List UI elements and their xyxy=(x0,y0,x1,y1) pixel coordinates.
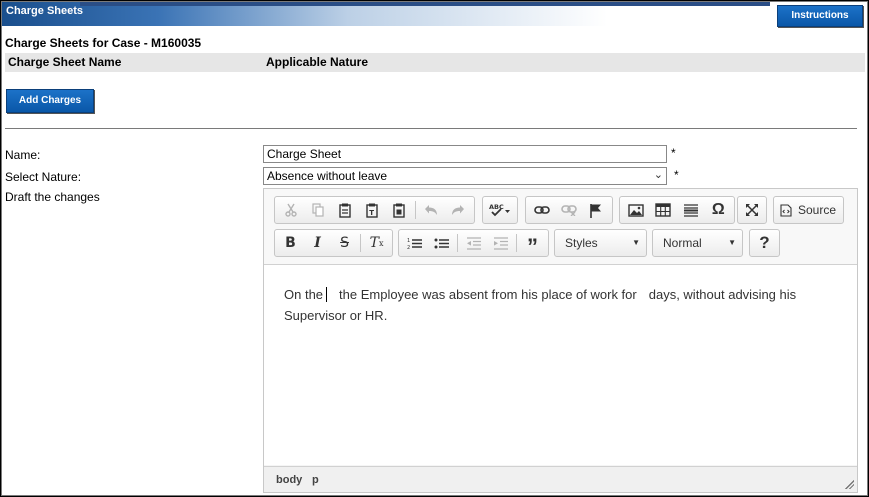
italic-icon[interactable]: I xyxy=(304,231,331,255)
special-char-icon[interactable]: Ω xyxy=(705,198,733,222)
required-marker: * xyxy=(671,146,676,160)
styles-label: Styles xyxy=(565,236,598,250)
editor-text-part-1: On the xyxy=(284,287,324,302)
format-dropdown[interactable]: Normal ▼ xyxy=(652,229,743,257)
blockquote-icon[interactable]: ” xyxy=(519,231,546,259)
case-title: Charge Sheets for Case - M160035 xyxy=(5,36,202,50)
image-icon[interactable] xyxy=(622,198,650,222)
paste-text-icon[interactable]: T xyxy=(358,198,385,222)
svg-text:T: T xyxy=(369,209,374,217)
help-icon[interactable]: ? xyxy=(752,231,777,255)
link-icon[interactable] xyxy=(528,198,555,222)
column-header-name: Charge Sheet Name xyxy=(8,55,122,69)
toolbar-separator xyxy=(414,201,416,219)
basic-styles-group: B I S Tx xyxy=(274,229,393,257)
rich-text-editor: T ABC Ω Source B I S T x 1 2 ” Styles ▼ … xyxy=(263,188,858,493)
unlink-icon[interactable] xyxy=(555,198,582,222)
copy-icon[interactable] xyxy=(304,198,331,222)
toolbar-separator xyxy=(457,234,458,252)
toolbar-separator xyxy=(360,234,362,252)
text-caret xyxy=(326,287,328,302)
bold-icon[interactable]: B xyxy=(277,231,304,255)
draft-label: Draft the changes xyxy=(5,190,100,204)
maximize-group xyxy=(737,196,767,224)
editor-text-part-2: the Employee was absent from his place o… xyxy=(339,287,637,302)
name-label: Name: xyxy=(5,148,41,162)
chevron-down-icon: ⌄ xyxy=(653,169,663,181)
link-group xyxy=(525,196,613,224)
toolbar-separator xyxy=(516,234,517,252)
source-button[interactable]: Source xyxy=(776,198,841,222)
resize-handle-icon[interactable] xyxy=(845,480,854,489)
help-group: ? xyxy=(749,229,780,257)
add-charges-button[interactable]: Add Charges xyxy=(6,89,94,113)
clipboard-group: T xyxy=(274,196,475,224)
styles-dropdown[interactable]: Styles ▼ xyxy=(554,229,647,257)
format-label: Normal xyxy=(663,236,702,250)
paste-from-word-icon[interactable] xyxy=(386,198,413,222)
list-group: 12 ” xyxy=(398,229,549,259)
nature-label: Select Nature: xyxy=(5,170,82,184)
spellcheck-icon[interactable]: ABC xyxy=(485,198,515,222)
strikethrough-icon[interactable]: S xyxy=(331,231,358,255)
required-marker: * xyxy=(674,168,679,182)
nature-select-value: Absence without leave xyxy=(267,169,388,183)
maximize-icon[interactable] xyxy=(740,198,764,222)
numbered-list-icon[interactable]: 12 xyxy=(401,231,428,255)
dropdown-arrow-icon: ▼ xyxy=(632,238,640,247)
column-header-nature: Applicable Nature xyxy=(266,55,369,69)
dropdown-arrow-icon: ▼ xyxy=(728,238,736,247)
table-icon[interactable] xyxy=(650,198,678,222)
charge-sheet-table-header: Charge Sheet Name Applicable Nature xyxy=(5,53,865,72)
editor-toolbar: T ABC Ω Source B I S T x 1 2 ” Styles ▼ … xyxy=(264,189,857,265)
source-group: Source xyxy=(773,196,844,224)
source-label: Source xyxy=(798,203,837,217)
indent-icon[interactable] xyxy=(487,231,514,255)
svg-text:2: 2 xyxy=(407,245,410,250)
header-accent-line xyxy=(80,2,770,6)
svg-text:ABC: ABC xyxy=(489,203,504,211)
divider xyxy=(5,128,857,129)
editor-path-bar: body p xyxy=(264,466,857,492)
editor-content[interactable]: On the the Employee was absent from his p… xyxy=(264,265,857,465)
spellcheck-group: ABC xyxy=(482,196,518,224)
horizontal-rule-icon[interactable] xyxy=(677,198,705,222)
insert-group: Ω xyxy=(619,196,735,224)
nature-select[interactable]: Absence without leave ⌄ xyxy=(263,167,667,185)
bulleted-list-icon[interactable] xyxy=(428,231,455,255)
path-item-body[interactable]: body xyxy=(276,474,302,486)
cut-icon[interactable] xyxy=(277,198,304,222)
path-item-p[interactable]: p xyxy=(312,474,319,486)
redo-icon[interactable] xyxy=(445,198,472,222)
paste-icon[interactable] xyxy=(331,198,358,222)
outdent-icon[interactable] xyxy=(460,231,487,255)
page-title: Charge Sheets xyxy=(6,5,84,17)
undo-icon[interactable] xyxy=(418,198,445,222)
remove-format-icon[interactable]: Tx xyxy=(363,231,390,255)
anchor-flag-icon[interactable] xyxy=(583,198,610,222)
svg-text:1: 1 xyxy=(407,238,410,244)
name-field[interactable] xyxy=(263,145,667,163)
instructions-button[interactable]: Instructions xyxy=(777,5,863,27)
